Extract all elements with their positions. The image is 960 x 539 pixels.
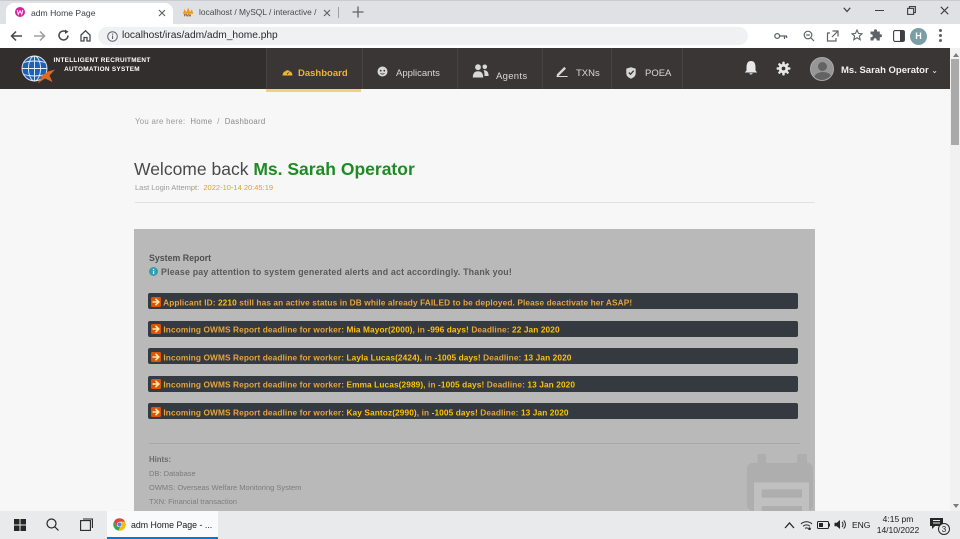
svg-text:PMA: PMA [184,14,192,17]
